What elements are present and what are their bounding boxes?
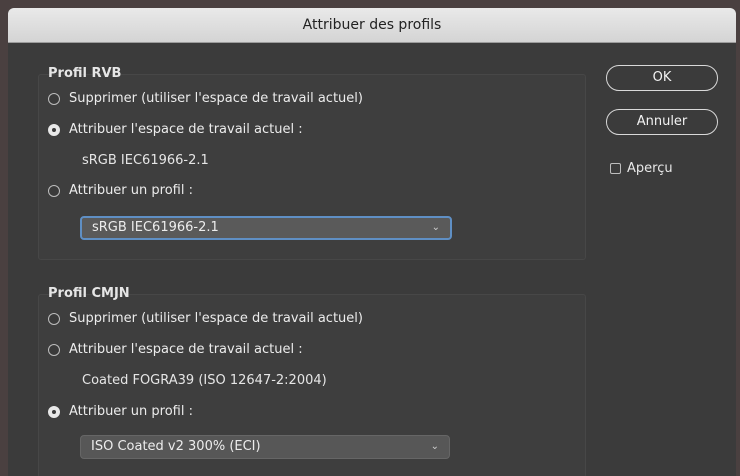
cmyk-working-space-label: Attribuer l'espace de travail actuel : [69,342,303,357]
preview-label: Aperçu [627,161,673,176]
chevron-down-icon: ⌄ [431,222,440,233]
radio-button[interactable] [48,92,60,105]
assign-profiles-dialog: Attribuer des profils Profil RVB Supprim… [8,8,736,476]
cmyk-discard-option[interactable]: Supprimer (utiliser l'espace de travail … [48,311,363,326]
rgb-assign-profile-label: Attribuer un profil : [69,183,193,198]
cmyk-assign-profile-option[interactable]: Attribuer un profil : [48,404,193,419]
rgb-working-space-option[interactable]: Attribuer l'espace de travail actuel : [48,122,303,137]
cmyk-working-space-value: Coated FOGRA39 (ISO 12647-2:2004) [82,373,327,388]
rgb-discard-option[interactable]: Supprimer (utiliser l'espace de travail … [48,91,363,106]
cancel-button[interactable]: Annuler [606,109,718,135]
rgb-discard-label: Supprimer (utiliser l'espace de travail … [69,91,363,106]
chevron-down-icon: ⌄ [430,441,439,452]
radio-button-selected[interactable] [48,405,60,418]
preview-checkbox[interactable] [610,163,621,174]
ok-button[interactable]: OK [606,65,718,91]
rgb-working-space-label: Attribuer l'espace de travail actuel : [69,122,303,137]
rgb-profile-select[interactable]: sRGB IEC61966-2.1 ⌄ [80,216,452,240]
radio-button-selected[interactable] [48,123,60,136]
rgb-assign-profile-option[interactable]: Attribuer un profil : [48,183,193,198]
radio-button[interactable] [48,312,60,325]
cmyk-working-space-option[interactable]: Attribuer l'espace de travail actuel : [48,342,303,357]
radio-button[interactable] [48,343,60,356]
radio-button[interactable] [48,184,60,197]
rgb-profile-select-value: sRGB IEC61966-2.1 [92,220,219,235]
dialog-title: Attribuer des profils [8,8,736,43]
cmyk-group-title: Profil CMJN [48,286,130,301]
cmyk-assign-profile-label: Attribuer un profil : [69,404,193,419]
rgb-working-space-value: sRGB IEC61966-2.1 [82,153,209,168]
cmyk-profile-select[interactable]: ISO Coated v2 300% (ECI) ⌄ [80,435,450,459]
cmyk-discard-label: Supprimer (utiliser l'espace de travail … [69,311,363,326]
preview-checkbox-row[interactable]: Aperçu [610,161,673,176]
cmyk-profile-select-value: ISO Coated v2 300% (ECI) [91,439,261,454]
rgb-group-title: Profil RVB [48,66,122,81]
